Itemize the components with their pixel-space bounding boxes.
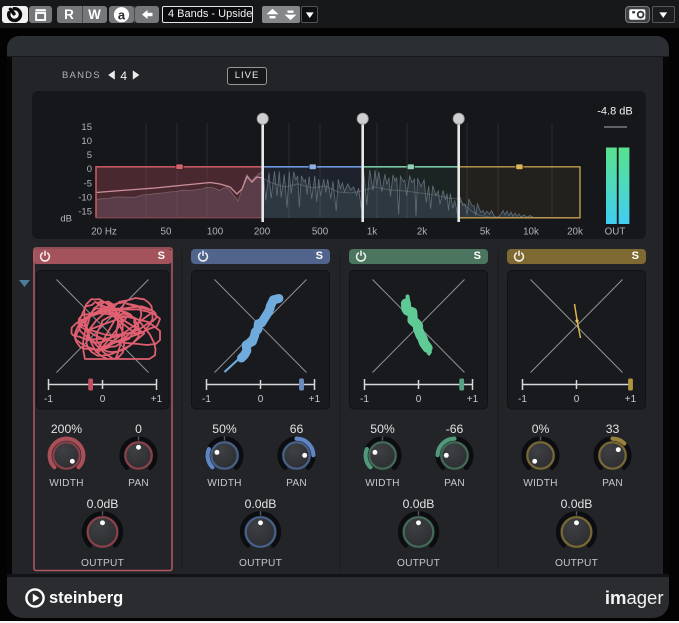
svg-text:0: 0 (100, 394, 106, 405)
svg-text:0: 0 (574, 394, 580, 405)
svg-text:0: 0 (258, 394, 264, 405)
svg-text:+1: +1 (467, 394, 479, 405)
svg-text:0: 0 (416, 394, 422, 405)
svg-text:+1: +1 (625, 394, 637, 405)
svg-text:+1: +1 (151, 394, 163, 405)
svg-text:-1: -1 (518, 394, 527, 405)
svg-text:-1: -1 (202, 394, 211, 405)
svg-text:-1: -1 (360, 394, 369, 405)
svg-text:-1: -1 (44, 394, 53, 405)
svg-text:+1: +1 (309, 394, 321, 405)
